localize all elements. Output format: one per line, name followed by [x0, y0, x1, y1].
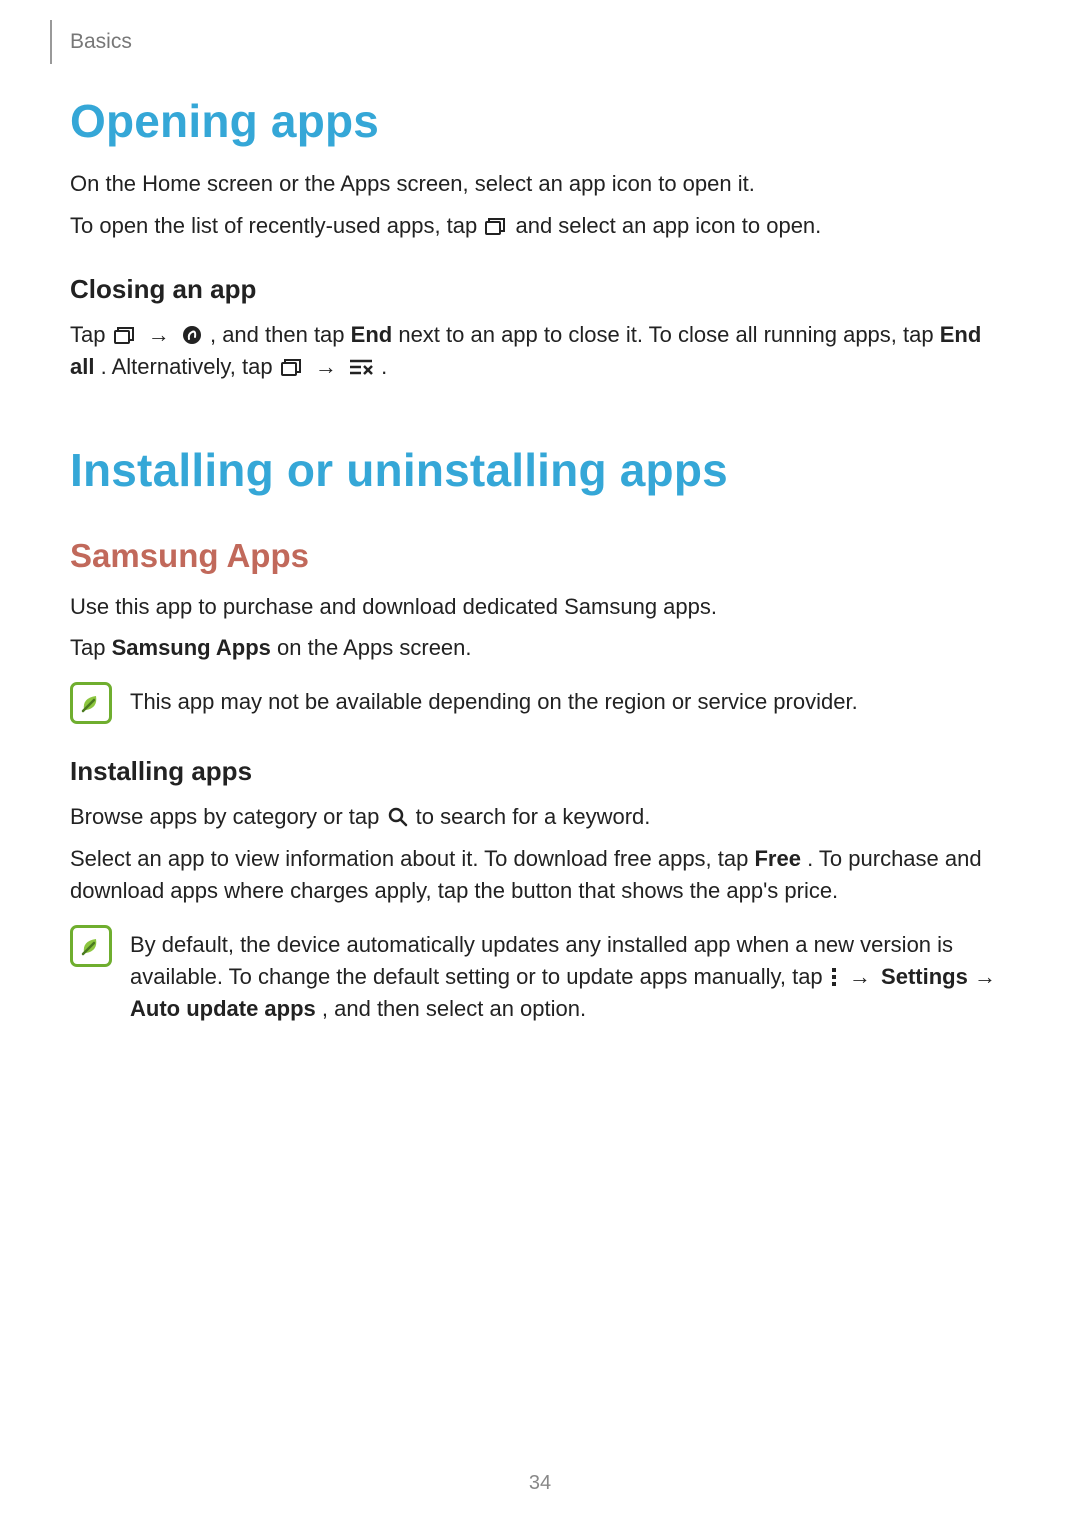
text: Tap [70, 322, 112, 347]
page-header: Basics [70, 30, 1010, 54]
arrow-icon: → [849, 961, 871, 993]
task-manager-icon [182, 325, 202, 345]
text: → [974, 964, 996, 989]
text: To open the list of recently-used apps, … [70, 213, 483, 238]
text: By default, the device automatically upd… [130, 932, 953, 989]
more-icon [831, 967, 837, 987]
samsung-paragraph-2: Tap Samsung Apps on the Apps screen. [70, 632, 1010, 664]
manual-page: Basics Opening apps On the Home screen o… [0, 0, 1080, 1527]
note-text: By default, the device automatically upd… [130, 925, 1010, 1025]
installing-paragraph-1: Browse apps by category or tap to search… [70, 801, 1010, 833]
heading-installing-uninstalling: Installing or uninstalling apps [70, 443, 1010, 497]
close-all-icon [349, 359, 373, 377]
heading-opening-apps: Opening apps [70, 94, 1010, 148]
recents-icon [114, 327, 136, 345]
section-breadcrumb: Basics [70, 30, 132, 54]
text: Browse apps by category or tap [70, 804, 386, 829]
end-label: End [351, 322, 393, 347]
header-rule [50, 20, 52, 64]
recents-icon [281, 359, 303, 377]
text: and select an app icon to open. [515, 213, 821, 238]
opening-paragraph-2: To open the list of recently-used apps, … [70, 210, 1010, 242]
text: , and then tap [210, 322, 351, 347]
note-text: This app may not be available depending … [130, 682, 1010, 724]
text: . [381, 354, 387, 379]
text: Select an app to view information about … [70, 846, 754, 871]
opening-paragraph-1: On the Home screen or the Apps screen, s… [70, 168, 1010, 200]
note-auto-update: By default, the device automatically upd… [70, 925, 1010, 1025]
auto-update-label: Auto update apps [130, 996, 316, 1021]
text: next to an app to close it. To close all… [398, 322, 939, 347]
closing-paragraph: Tap → , and then tap End next to an app … [70, 319, 1010, 383]
heading-closing-app: Closing an app [70, 274, 1010, 305]
text: Tap [70, 635, 112, 660]
note-leaf-icon [70, 682, 112, 724]
installing-paragraph-2: Select an app to view information about … [70, 843, 1010, 907]
page-number: 34 [0, 1472, 1080, 1495]
note-leaf-icon [70, 925, 112, 967]
free-label: Free [754, 846, 800, 871]
note-availability: This app may not be available depending … [70, 682, 1010, 724]
recents-icon [485, 218, 507, 236]
text: . Alternatively, tap [101, 354, 279, 379]
text: on the Apps screen. [277, 635, 471, 660]
text: to search for a keyword. [416, 804, 651, 829]
heading-samsung-apps: Samsung Apps [70, 537, 1010, 575]
search-icon [388, 807, 408, 827]
samsung-apps-label: Samsung Apps [112, 635, 271, 660]
settings-label: Settings [881, 964, 968, 989]
arrow-icon: → [148, 319, 170, 351]
samsung-paragraph-1: Use this app to purchase and download de… [70, 591, 1010, 623]
arrow-icon: → [315, 351, 337, 383]
heading-installing-apps: Installing apps [70, 756, 1010, 787]
text: , and then select an option. [322, 996, 586, 1021]
